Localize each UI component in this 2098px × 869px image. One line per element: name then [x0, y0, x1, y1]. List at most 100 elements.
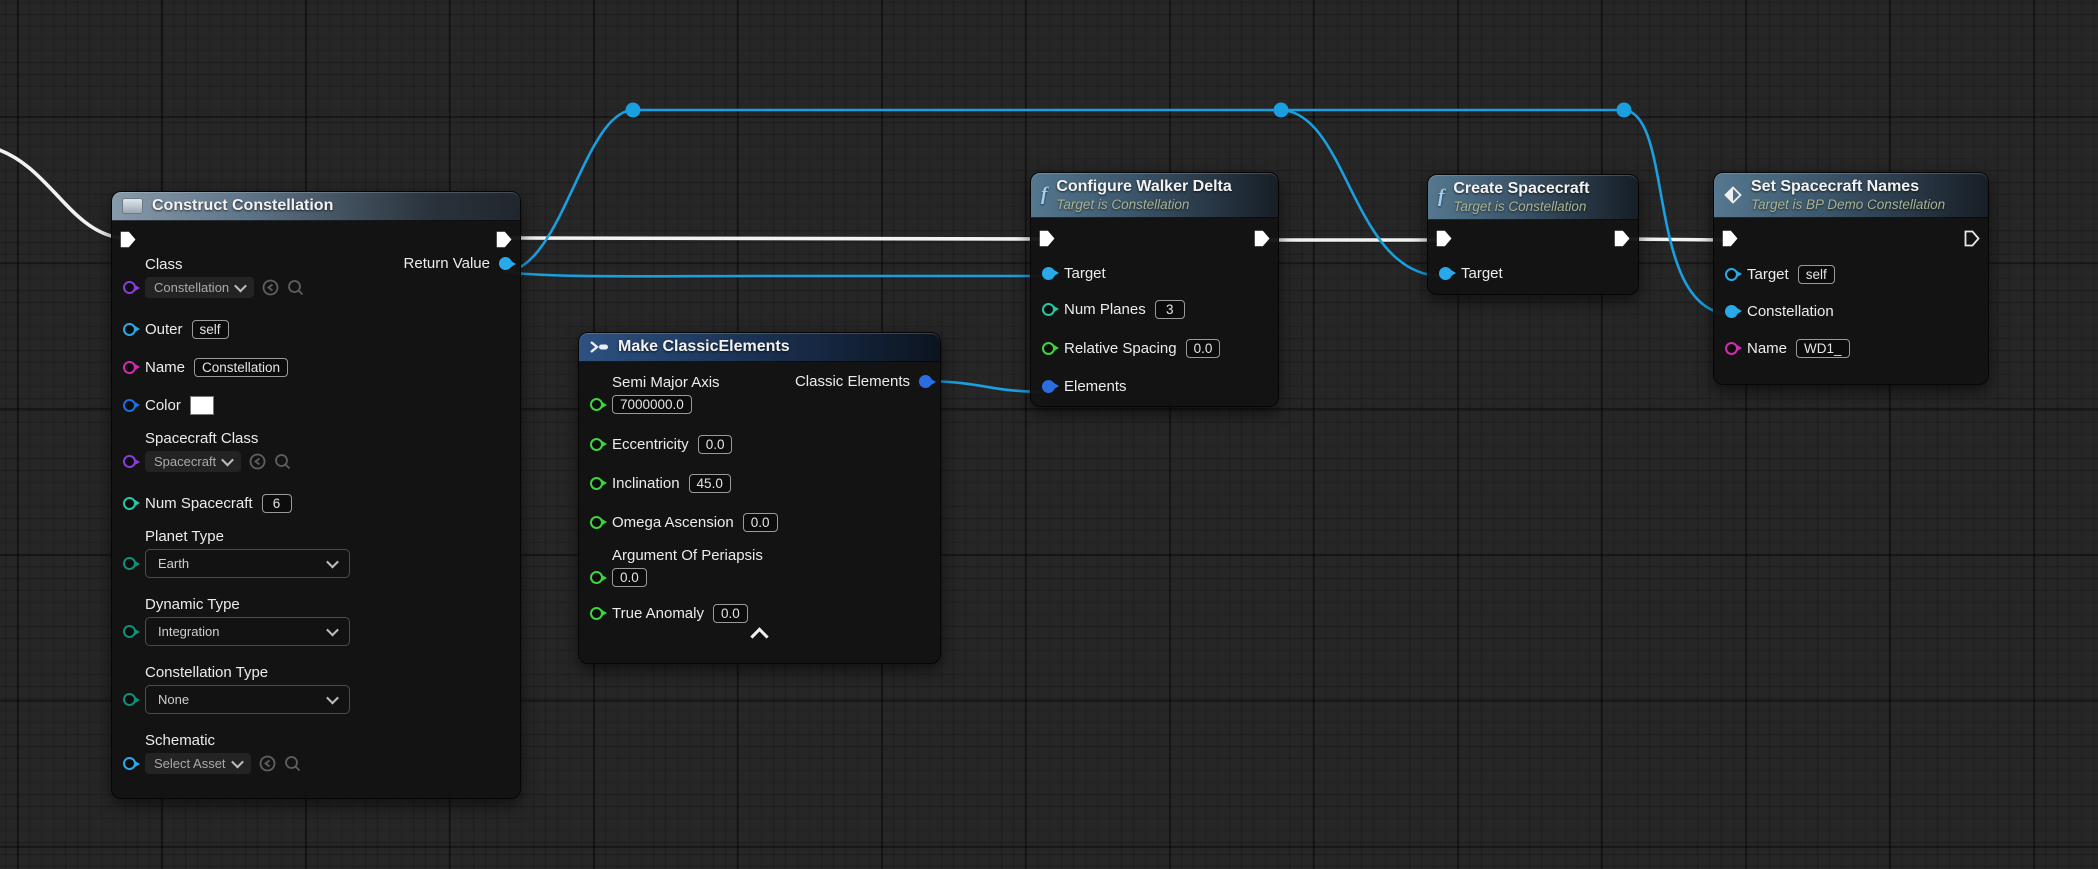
exec-wire-construct-to-walker: [505, 238, 1042, 239]
reroute-node-3[interactable]: [1617, 103, 1632, 118]
eccentricity-pin-row: Eccentricity 0.0: [579, 433, 940, 455]
constellation-pin[interactable]: [1725, 305, 1738, 318]
exec-out-pin[interactable]: [496, 231, 512, 248]
return-value-pin[interactable]: [499, 257, 512, 270]
collapse-node-chevron-icon[interactable]: [750, 627, 768, 645]
exec-in-pin[interactable]: [1039, 230, 1055, 247]
planet-type-label: Planet Type: [145, 528, 520, 545]
target-field[interactable]: self: [1798, 265, 1835, 284]
eccentricity-field[interactable]: 0.0: [698, 435, 733, 454]
color-swatch[interactable]: [190, 396, 214, 415]
name-field[interactable]: WD1_: [1796, 339, 1850, 358]
exec-in-pin[interactable]: [120, 231, 136, 248]
search-icon[interactable]: [287, 279, 304, 296]
node-make-classic-elements[interactable]: Make ClassicElements Classic Elements Se…: [578, 332, 941, 664]
name-pin[interactable]: [123, 361, 136, 374]
omega-ascension-field[interactable]: 0.0: [743, 513, 778, 532]
reset-to-default-icon[interactable]: [259, 755, 276, 772]
eccentricity-label: Eccentricity: [612, 436, 689, 453]
semi-major-axis-field[interactable]: 7000000.0: [612, 395, 692, 414]
exec-in-pin[interactable]: [1436, 230, 1452, 247]
node-header[interactable]: f Configure Walker Delta Target is Const…: [1031, 173, 1278, 218]
outer-pin-row: Outer self: [112, 318, 520, 340]
search-icon[interactable]: [284, 755, 301, 772]
classic-elements-label: Classic Elements: [795, 373, 910, 390]
constellation-type-dropdown[interactable]: None: [145, 685, 350, 714]
chevron-down-icon: [221, 454, 234, 467]
reroute-node-1[interactable]: [626, 103, 641, 118]
spacecraft-class-pin[interactable]: [123, 455, 136, 468]
node-construct-constellation[interactable]: Construct Constellation Return Value Cla…: [111, 191, 521, 799]
search-icon[interactable]: [274, 453, 291, 470]
inclination-field[interactable]: 45.0: [689, 474, 731, 493]
node-configure-walker-delta[interactable]: f Configure Walker Delta Target is Const…: [1030, 172, 1279, 407]
true-anomaly-field[interactable]: 0.0: [713, 604, 748, 623]
omega-ascension-pin-row: Omega Ascension 0.0: [579, 511, 940, 533]
exec-out-pin[interactable]: [1254, 230, 1270, 247]
elements-pin[interactable]: [1042, 380, 1055, 393]
dynamic-type-pin[interactable]: [123, 625, 136, 638]
name-field[interactable]: Constellation: [194, 358, 288, 377]
omega-ascension-pin[interactable]: [590, 516, 603, 529]
argument-of-periapsis-pin-group: Argument Of Periapsis 0.0: [579, 547, 940, 587]
planet-type-dropdown[interactable]: Earth: [145, 549, 350, 578]
outer-pin[interactable]: [123, 323, 136, 336]
relative-spacing-field[interactable]: 0.0: [1186, 339, 1221, 358]
exec-wire-incoming: [0, 148, 120, 238]
spacecraft-class-dropdown[interactable]: Spacecraft: [145, 451, 241, 472]
spacecraft-class-pin-group: Spacecraft Class Spacecraft: [112, 430, 520, 472]
argument-of-periapsis-field[interactable]: 0.0: [612, 568, 647, 587]
chevron-down-icon: [231, 756, 244, 769]
data-wire-elements: [930, 381, 1044, 392]
relative-spacing-pin[interactable]: [1042, 342, 1055, 355]
num-planes-pin[interactable]: [1042, 303, 1055, 316]
num-spacecraft-pin[interactable]: [123, 497, 136, 510]
reset-to-default-icon[interactable]: [262, 279, 279, 296]
blueprint-graph-canvas[interactable]: Construct Constellation Return Value Cla…: [0, 0, 2098, 869]
classic-elements-out-pin[interactable]: [919, 375, 932, 388]
node-set-spacecraft-names[interactable]: Set Spacecraft Names Target is BP Demo C…: [1713, 172, 1989, 385]
outer-field[interactable]: self: [192, 320, 229, 339]
schematic-pin[interactable]: [123, 757, 136, 770]
color-pin-row: Color: [112, 394, 520, 416]
exec-out-pin[interactable]: [1614, 230, 1630, 247]
exec-in-pin[interactable]: [1722, 230, 1738, 247]
num-planes-field[interactable]: 3: [1155, 300, 1185, 319]
data-wire-return-to-walker-target: [503, 272, 1044, 276]
function-icon: f: [1041, 188, 1047, 202]
true-anomaly-pin[interactable]: [590, 607, 603, 620]
reset-to-default-icon[interactable]: [249, 453, 266, 470]
eccentricity-pin[interactable]: [590, 438, 603, 451]
class-pin[interactable]: [123, 281, 136, 294]
exec-out-pin[interactable]: [1964, 230, 1980, 247]
node-header[interactable]: Set Spacecraft Names Target is BP Demo C…: [1714, 173, 1988, 218]
target-pin[interactable]: [1439, 267, 1452, 280]
dynamic-type-pin-group: Dynamic Type Integration: [112, 596, 520, 646]
color-pin[interactable]: [123, 399, 136, 412]
planet-type-pin[interactable]: [123, 557, 136, 570]
name-pin[interactable]: [1725, 342, 1738, 355]
node-create-spacecraft[interactable]: f Create Spacecraft Target is Constellat…: [1427, 174, 1639, 295]
target-pin[interactable]: [1042, 267, 1055, 280]
target-pin[interactable]: [1725, 268, 1738, 281]
constellation-pin-row: Constellation: [1714, 300, 1988, 322]
semi-major-axis-pin[interactable]: [590, 398, 603, 411]
schematic-asset-dropdown[interactable]: Select Asset: [145, 753, 251, 774]
constellation-type-pin[interactable]: [123, 693, 136, 706]
dynamic-type-dropdown[interactable]: Integration: [145, 617, 350, 646]
node-header[interactable]: Construct Constellation: [112, 192, 520, 221]
name-pin-row: Name WD1_: [1714, 337, 1988, 359]
reroute-node-2[interactable]: [1274, 103, 1289, 118]
num-spacecraft-field[interactable]: 6: [262, 494, 292, 513]
node-subtitle: Target is BP Demo Constellation: [1751, 197, 1945, 212]
node-header[interactable]: Make ClassicElements: [579, 333, 940, 362]
construct-object-icon: [122, 198, 143, 214]
inclination-pin[interactable]: [590, 477, 603, 490]
node-header[interactable]: f Create Spacecraft Target is Constellat…: [1428, 175, 1638, 220]
argument-of-periapsis-pin[interactable]: [590, 571, 603, 584]
target-label: Target: [1064, 265, 1106, 282]
target-pin-row: Target: [1031, 262, 1278, 284]
class-dropdown[interactable]: Constellation: [145, 277, 254, 298]
relative-spacing-pin-row: Relative Spacing 0.0: [1031, 337, 1278, 359]
constellation-label: Constellation: [1747, 303, 1834, 320]
